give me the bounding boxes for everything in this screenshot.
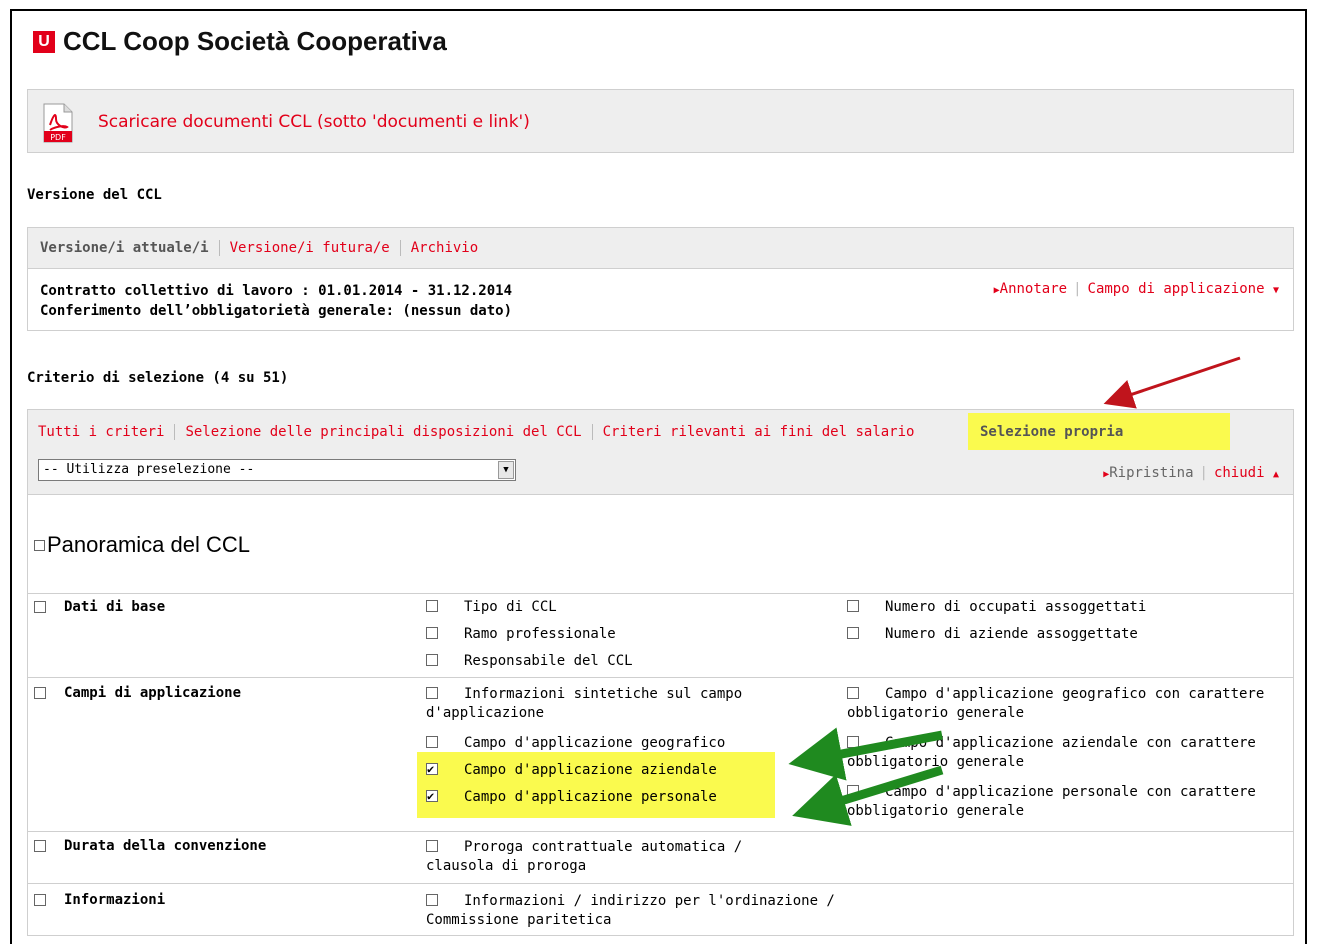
basic-data-checkbox[interactable] xyxy=(34,601,46,613)
item-geographic-general: Campo d'applicazione geografico con cara… xyxy=(847,686,1265,721)
reset-link[interactable]: Ripristina xyxy=(1109,465,1193,481)
divider xyxy=(28,883,1293,884)
coop-logo: U xyxy=(33,30,55,53)
version-actions: ▶Annotare | Campo di applicazione ▼ xyxy=(993,281,1279,297)
tab-main-provisions[interactable]: Selezione delle principali disposizioni … xyxy=(174,423,591,440)
tab-archive[interactable]: Archivio xyxy=(399,240,488,256)
pdf-download-link[interactable]: Scaricare documenti CCL (sotto 'document… xyxy=(98,112,530,132)
criteria-tabs: Tutti i criteri Selezione delle principa… xyxy=(28,410,1293,453)
row-application-fields: Campi di applicazione xyxy=(34,685,241,701)
item-companies-count: Numero di aziende assoggettate xyxy=(847,625,1138,644)
divider xyxy=(28,593,1293,594)
duration-checkbox[interactable] xyxy=(34,840,46,852)
item-professional-branch: Ramo professionale xyxy=(426,625,616,644)
tab-current-versions[interactable]: Versione/i attuale/i xyxy=(40,240,219,256)
overview-checkbox[interactable] xyxy=(34,539,45,551)
annotate-link[interactable]: Annotare xyxy=(1000,281,1067,297)
item-automatic-extension: Proroga contrattuale automatica / clauso… xyxy=(426,839,743,874)
row-label: Dati di base xyxy=(64,599,166,615)
item-geographic-scope: Campo d'applicazione geografico xyxy=(426,734,725,753)
item-ccl-responsible: Responsabile del CCL xyxy=(426,652,633,671)
item-summary-scope: Informazioni sintetiche sul campo d'appl… xyxy=(426,686,743,721)
checkbox-checked[interactable] xyxy=(426,760,438,779)
svg-text:PDF: PDF xyxy=(50,133,66,142)
preselection-value: -- Utilizza preselezione -- xyxy=(43,462,255,477)
divider xyxy=(28,831,1293,832)
information-checkbox[interactable] xyxy=(34,894,46,906)
preselection-row: -- Utilizza preselezione -- ▼ ▶Ripristin… xyxy=(28,453,1293,495)
item-employees-count: Numero di occupati assoggettati xyxy=(847,598,1146,617)
item-personal-general: Campo d'applicazione personale con carat… xyxy=(847,784,1256,819)
item-ccl-type: Tipo di CCL xyxy=(426,598,557,617)
item-company-scope: Campo d'applicazione aziendale xyxy=(426,760,717,780)
triangle-up-icon: ▲ xyxy=(1272,469,1279,480)
overview-label: Panoramica del CCL xyxy=(47,532,250,557)
checkbox[interactable] xyxy=(426,654,438,666)
checkbox[interactable] xyxy=(847,687,859,699)
pdf-icon[interactable]: PDF xyxy=(42,103,74,143)
checkbox[interactable] xyxy=(847,627,859,639)
criteria-heading: Criterio di selezione (4 su 51) xyxy=(27,370,289,386)
divider xyxy=(28,677,1293,678)
checkbox[interactable] xyxy=(426,736,438,748)
scope-link[interactable]: Campo di applicazione xyxy=(1088,281,1265,297)
row-label: Campi di applicazione xyxy=(64,685,242,701)
preselection-select[interactable]: -- Utilizza preselezione -- ▼ xyxy=(38,459,516,481)
version-info: Contratto collettivo di lavoro : 01.01.2… xyxy=(40,281,512,321)
tab-own-selection[interactable]: Selezione propria xyxy=(968,413,1230,450)
checkbox[interactable] xyxy=(426,600,438,612)
checkbox[interactable] xyxy=(847,736,859,748)
criteria-box: Tutti i criteri Selezione delle principa… xyxy=(27,409,1294,936)
dropdown-arrow-icon[interactable]: ▼ xyxy=(498,461,514,479)
version-heading: Versione del CCL xyxy=(27,187,162,203)
close-link[interactable]: chiudi xyxy=(1214,465,1265,481)
overview-heading: Panoramica del CCL xyxy=(34,532,250,558)
triangle-down-icon: ▼ xyxy=(1272,285,1279,296)
row-label: Durata della convenzione xyxy=(64,838,267,854)
application-fields-checkbox[interactable] xyxy=(34,687,46,699)
item-company-general: Campo d'applicazione aziendale con carat… xyxy=(847,735,1256,770)
checkbox[interactable] xyxy=(426,840,438,852)
item-ordering-info: Informazioni / indirizzo per l'ordinazio… xyxy=(426,893,835,928)
pdf-download-box: PDF Scaricare documenti CCL (sotto 'docu… xyxy=(27,89,1294,153)
item-personal-scope: Campo d'applicazione personale xyxy=(426,787,717,807)
contract-line: Contratto collettivo di lavoro : 01.01.2… xyxy=(40,283,513,299)
checkbox[interactable] xyxy=(426,687,438,699)
row-label: Informazioni xyxy=(64,892,166,908)
version-box: Versione/i attuale/i Versione/i futura/e… xyxy=(27,227,1294,331)
title-text: CCL Coop Società Cooperativa xyxy=(63,26,447,56)
version-tabs: Versione/i attuale/i Versione/i futura/e… xyxy=(28,228,1293,269)
page-title: U CCL Coop Società Cooperativa xyxy=(33,26,447,57)
checkbox[interactable] xyxy=(426,894,438,906)
row-information: Informazioni xyxy=(34,892,165,908)
checkbox[interactable] xyxy=(847,600,859,612)
tab-all-criteria[interactable]: Tutti i criteri xyxy=(38,424,174,440)
row-basic-data: Dati di base xyxy=(34,599,165,615)
checkbox[interactable] xyxy=(426,627,438,639)
checkbox-checked[interactable] xyxy=(426,787,438,806)
tab-future-versions[interactable]: Versione/i futura/e xyxy=(218,240,400,256)
selection-actions: ▶Ripristina | chiudi ▲ xyxy=(1103,465,1279,481)
tab-salary-criteria[interactable]: Criteri rilevanti ai fini del salario xyxy=(591,423,925,440)
row-duration: Durata della convenzione xyxy=(34,838,266,854)
obligatory-line: Conferimento dell’obbligatorietà general… xyxy=(40,303,513,319)
checkbox[interactable] xyxy=(847,785,859,797)
